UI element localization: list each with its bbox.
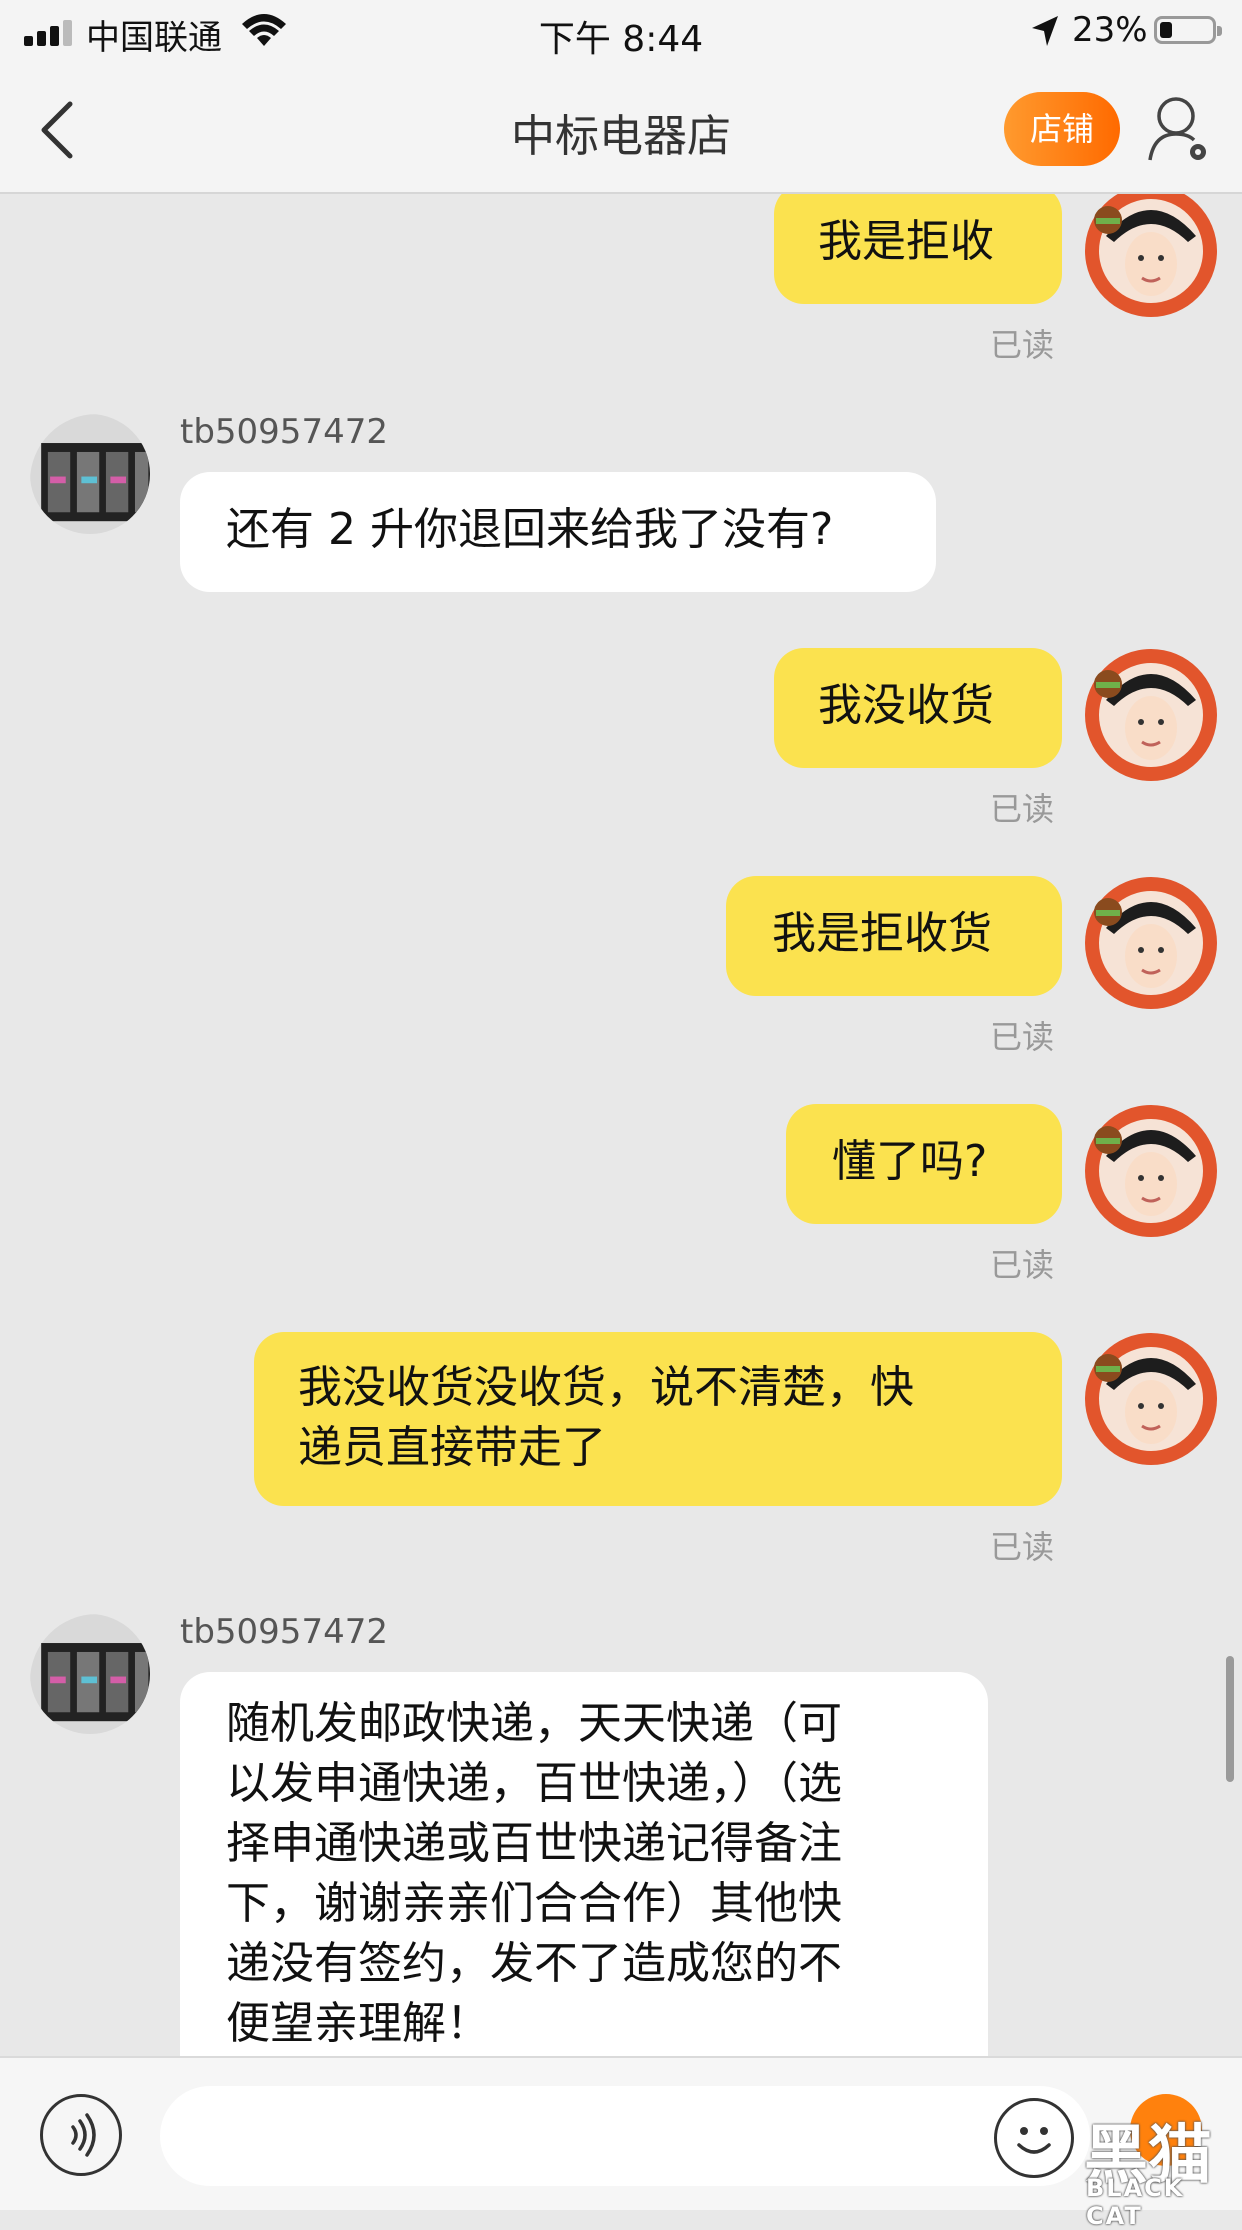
seller-message-bubble[interactable]: 还有 2 升你退回来给我了没有? — [180, 472, 936, 592]
message-input[interactable] — [160, 2086, 1090, 2186]
my-message-bubble[interactable]: 我没收货没收货，说不清楚，快 递员直接带走了 — [254, 1332, 1062, 1506]
my-message-bubble[interactable]: 我是拒收货 — [726, 876, 1062, 996]
my-avatar[interactable] — [1084, 876, 1218, 1010]
input-bar: 黑猫 BLACK CAT — [0, 2056, 1242, 2230]
battery-level-fill — [1160, 22, 1172, 38]
read-receipt: 已读 — [990, 1246, 1055, 1284]
my-avatar[interactable] — [1084, 1332, 1218, 1466]
battery-percent: 23% — [1072, 10, 1148, 50]
my-avatar[interactable] — [1084, 648, 1218, 782]
seller-avatar[interactable] — [30, 1614, 150, 1734]
battery-icon — [1154, 16, 1222, 44]
voice-icon[interactable] — [40, 2094, 122, 2176]
status-bar: 中国联通 下午 8:44 23% — [0, 0, 1242, 62]
seller-message-bubble[interactable]: 随机发邮政快递，天天快递（可 以发申通快递，百世快递，）（选 择申通快递或百世快… — [180, 1672, 988, 2056]
emoji-icon[interactable] — [994, 2098, 1074, 2178]
sender-name: tb50957472 — [180, 412, 388, 452]
read-receipt: 已读 — [990, 790, 1055, 828]
my-message-bubble[interactable]: 懂了吗? — [786, 1104, 1062, 1224]
my-avatar[interactable] — [1084, 1104, 1218, 1238]
shop-button[interactable]: 店铺 — [1004, 92, 1120, 166]
sender-name: tb50957472 — [180, 1612, 388, 1652]
read-receipt: 已读 — [990, 1528, 1055, 1566]
scrollbar[interactable] — [1226, 1656, 1234, 1782]
read-receipt: 已读 — [990, 1018, 1055, 1056]
chat-area[interactable]: 我是拒收 已读 tb50957472 还有 2 升你退回来给我了没有? 我没收货… — [0, 194, 1242, 2056]
my-avatar[interactable] — [1084, 194, 1218, 318]
nav-bar: 中标电器店 店铺 — [0, 62, 1242, 194]
watermark-subtext: BLACK CAT — [1086, 2174, 1185, 2230]
my-message-bubble[interactable]: 我没收货 — [774, 648, 1062, 768]
location-arrow-icon — [1032, 16, 1058, 46]
user-settings-icon[interactable] — [1146, 94, 1210, 164]
my-message-bubble[interactable]: 我是拒收 — [774, 194, 1062, 304]
read-receipt: 已读 — [990, 326, 1055, 364]
seller-avatar[interactable] — [30, 414, 150, 534]
